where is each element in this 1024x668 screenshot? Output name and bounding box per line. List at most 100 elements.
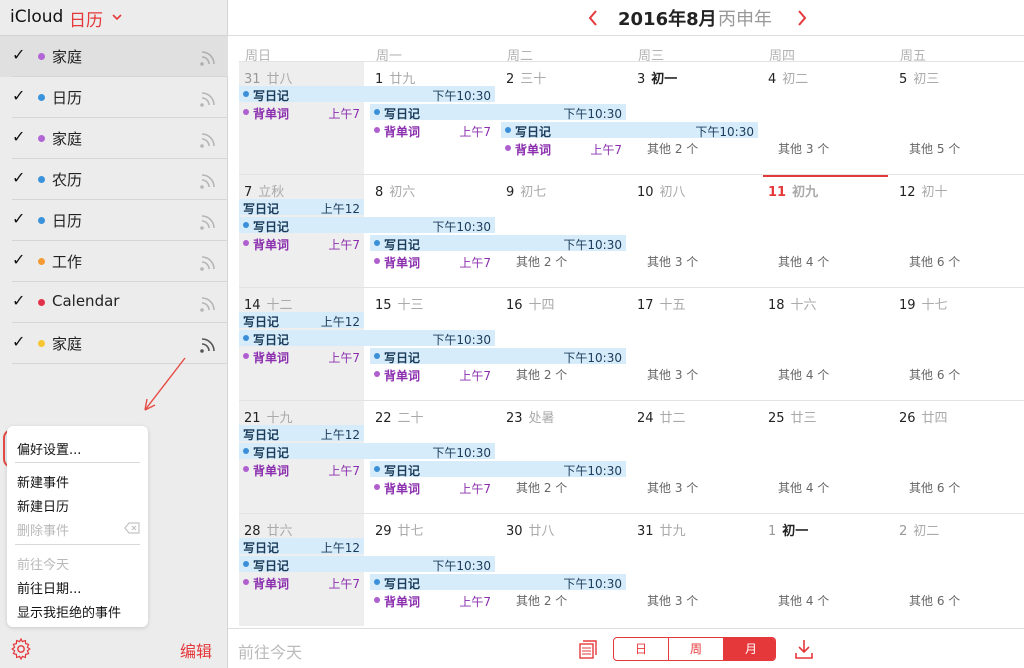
event-vocab[interactable]: 背单词 上午7 (370, 479, 495, 496)
more-events-link[interactable]: 其他 6 个 (909, 592, 960, 609)
event-vocab[interactable]: 背单词 上午7 (370, 253, 495, 270)
day-cell[interactable]: 31 廿九 (637, 520, 686, 539)
day-cell[interactable]: 29 廿七 (375, 520, 424, 539)
shared-feed-icon[interactable] (198, 87, 220, 109)
event-diary[interactable]: 写日记 下午10:30 (370, 235, 626, 252)
calendar-item[interactable]: ✓ Calendar (0, 282, 228, 323)
checkmark-icon[interactable]: ✓ (12, 332, 25, 351)
more-events-link[interactable]: 其他 2 个 (516, 479, 567, 496)
day-cell[interactable]: 24 廿二 (637, 407, 686, 426)
more-events-link[interactable]: 其他 3 个 (778, 140, 829, 157)
more-events-link[interactable]: 其他 6 个 (909, 479, 960, 496)
event-diary[interactable]: 写日记 下午10:30 (239, 443, 495, 460)
day-cell[interactable]: 21 十九 (244, 407, 293, 426)
calendar-item[interactable]: ✓ 家庭 (0, 36, 228, 77)
checkmark-icon[interactable]: ✓ (12, 209, 25, 228)
day-cell[interactable]: 10 初八 (637, 181, 686, 200)
day-cell[interactable]: 30 廿八 (506, 520, 555, 539)
day-cell[interactable]: 11 初九 (768, 181, 818, 200)
more-events-link[interactable]: 其他 4 个 (778, 592, 829, 609)
shared-feed-icon[interactable] (198, 128, 220, 150)
event-diary[interactable]: 写日记 下午10:30 (370, 348, 626, 365)
day-cell[interactable]: 5 初三 (899, 68, 939, 87)
tab-month[interactable]: 月 (724, 638, 775, 660)
day-cell[interactable]: 16 十四 (506, 294, 555, 313)
checkmark-icon[interactable]: ✓ (12, 250, 25, 269)
event-vocab[interactable]: 背单词 上午7 (370, 122, 495, 139)
day-cell[interactable]: 12 初十 (899, 181, 948, 200)
shared-feed-icon[interactable] (198, 169, 220, 191)
more-events-link[interactable]: 其他 5 个 (909, 140, 960, 157)
menu-preferences[interactable]: 偏好设置... (17, 439, 81, 458)
event-vocab[interactable]: 背单词 上午7 (370, 366, 495, 383)
calendar-item[interactable]: ✓ 日历 (0, 77, 228, 118)
calendar-switcher[interactable]: 日历 (69, 6, 103, 31)
calendar-item[interactable]: ✓ 家庭 (0, 118, 228, 159)
day-cell[interactable]: 19 十七 (899, 294, 948, 313)
checkmark-icon[interactable]: ✓ (12, 45, 25, 64)
shared-feed-icon[interactable] (198, 333, 220, 355)
inbox-icon[interactable] (578, 638, 598, 660)
event-diary[interactable]: 写日记 下午10:30 (239, 217, 495, 234)
day-cell[interactable]: 18 十六 (768, 294, 817, 313)
shared-feed-icon[interactable] (198, 46, 220, 68)
day-cell[interactable]: 28 廿六 (244, 520, 293, 539)
day-cell[interactable]: 4 初二 (768, 68, 808, 87)
calendar-item[interactable]: ✓ 农历 (0, 159, 228, 200)
shared-feed-icon[interactable] (198, 251, 220, 273)
event-diary[interactable]: 写日记 上午12 (239, 538, 364, 555)
prev-month-icon[interactable] (586, 8, 600, 28)
event-diary[interactable]: 写日记 下午10:30 (239, 556, 495, 573)
day-cell[interactable]: 15 十三 (375, 294, 424, 313)
day-cell[interactable]: 25 廿三 (768, 407, 817, 426)
more-events-link[interactable]: 其他 2 个 (647, 140, 698, 157)
menu-goto-date[interactable]: 前往日期... (17, 578, 81, 597)
goto-today-button[interactable]: 前往今天 (238, 639, 302, 663)
event-diary[interactable]: 写日记 上午12 (239, 425, 364, 442)
more-events-link[interactable]: 其他 6 个 (909, 253, 960, 270)
edit-button[interactable]: 编辑 (180, 638, 212, 662)
more-events-link[interactable]: 其他 6 个 (909, 366, 960, 383)
download-icon[interactable] (794, 638, 814, 660)
day-cell[interactable]: 3 初一 (637, 68, 677, 87)
menu-show-declined[interactable]: 显示我拒绝的事件 (17, 602, 121, 621)
day-cell[interactable]: 17 十五 (637, 294, 686, 313)
checkmark-icon[interactable]: ✓ (12, 291, 25, 310)
event-diary[interactable]: 写日记 下午10:30 (239, 330, 495, 347)
day-cell[interactable]: 23 处暑 (506, 407, 555, 426)
event-diary[interactable]: 写日记 下午10:30 (370, 574, 626, 591)
day-cell[interactable]: 8 初六 (375, 181, 415, 200)
more-events-link[interactable]: 其他 2 个 (516, 366, 567, 383)
checkmark-icon[interactable]: ✓ (12, 127, 25, 146)
more-events-link[interactable]: 其他 3 个 (647, 366, 698, 383)
day-cell[interactable]: 1 初一 (768, 520, 808, 539)
menu-new-calendar[interactable]: 新建日历 (17, 496, 69, 515)
event-vocab[interactable]: 背单词 上午7 (501, 140, 626, 157)
day-cell[interactable]: 2 三十 (506, 68, 546, 87)
day-cell[interactable]: 2 初二 (899, 520, 939, 539)
day-cell[interactable]: 7 立秋 (244, 181, 284, 200)
calendar-item[interactable]: ✓ 日历 (0, 200, 228, 241)
event-diary[interactable]: 写日记 下午10:30 (370, 104, 626, 121)
event-vocab[interactable]: 背单词 上午7 (239, 235, 364, 252)
shared-feed-icon[interactable] (198, 292, 220, 314)
event-vocab[interactable]: 背单词 上午7 (239, 348, 364, 365)
chevron-down-icon[interactable] (111, 11, 123, 23)
more-events-link[interactable]: 其他 3 个 (647, 479, 698, 496)
event-vocab[interactable]: 背单词 上午7 (370, 592, 495, 609)
event-diary[interactable]: 写日记 上午12 (239, 199, 364, 216)
event-diary[interactable]: 写日记 下午10:30 (370, 461, 626, 478)
event-diary[interactable]: 写日记 下午10:30 (239, 86, 495, 103)
event-diary[interactable]: 写日记 下午10:30 (501, 122, 758, 139)
more-events-link[interactable]: 其他 2 个 (516, 592, 567, 609)
day-cell[interactable]: 9 初七 (506, 181, 546, 200)
tab-week[interactable]: 周 (669, 638, 723, 660)
day-cell[interactable]: 14 十二 (244, 294, 293, 313)
event-vocab[interactable]: 背单词 上午7 (239, 574, 364, 591)
day-cell[interactable]: 26 廿四 (899, 407, 948, 426)
menu-new-event[interactable]: 新建事件 (17, 472, 69, 491)
more-events-link[interactable]: 其他 4 个 (778, 366, 829, 383)
calendar-item[interactable]: ✓ 家庭 (0, 323, 228, 364)
more-events-link[interactable]: 其他 4 个 (778, 479, 829, 496)
checkmark-icon[interactable]: ✓ (12, 86, 25, 105)
